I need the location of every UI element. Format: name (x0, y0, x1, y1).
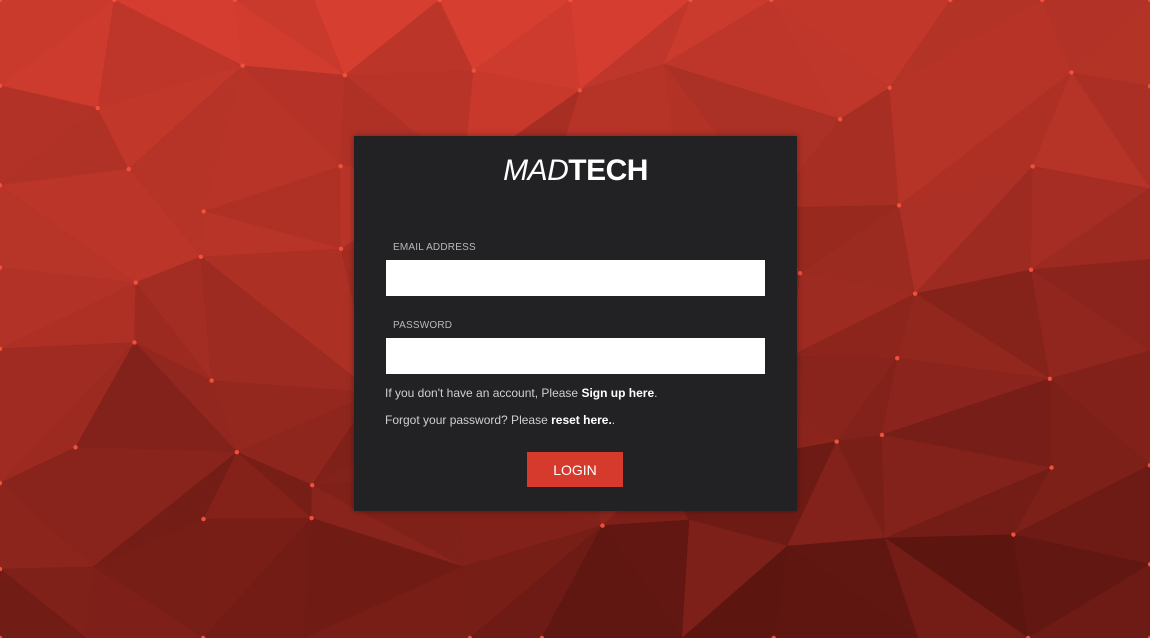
background-dot (895, 355, 900, 361)
background-dot (95, 105, 100, 111)
reset-prefix: Forgot your password? Please (385, 413, 552, 427)
background-dot (201, 516, 206, 522)
background-dot (577, 88, 583, 93)
logo-light-text: MAD (503, 154, 569, 187)
background-dot (1049, 465, 1054, 470)
reset-password-link[interactable]: reset here. (551, 413, 612, 427)
reset-suffix: . (611, 413, 616, 427)
background-dot (133, 280, 138, 285)
logo-bold-text: TECH (568, 154, 648, 187)
background-dot (887, 85, 892, 90)
background-dot (209, 378, 214, 383)
background-dot (600, 523, 605, 528)
email-label: EMAIL ADDRESS (393, 242, 476, 253)
brand-logo: MADTECH (354, 156, 797, 186)
background-dot (309, 515, 314, 521)
background-dot (338, 164, 343, 169)
background-dot (132, 340, 137, 345)
background-dot (338, 246, 344, 252)
background-dot (1028, 267, 1034, 272)
background-dot (201, 209, 206, 214)
signup-prefix: If you don't have an account, Please (385, 386, 582, 400)
background-dot (912, 291, 918, 296)
background-dot (198, 254, 204, 260)
background-dot (834, 439, 839, 444)
login-panel: MADTECH EMAIL ADDRESS PASSWORD If you do… (354, 136, 797, 511)
reset-help-text: Forgot your password? Please reset here.… (385, 413, 615, 427)
email-field[interactable] (386, 260, 765, 296)
background-dot (342, 73, 348, 78)
signup-help-text: If you don't have an account, Please Sig… (385, 386, 657, 400)
background-dot (240, 63, 245, 68)
background-dot (126, 166, 131, 172)
background-dot (1030, 164, 1035, 169)
background-dot (73, 445, 78, 450)
background-dot (471, 68, 476, 73)
background-dot (309, 482, 315, 488)
signup-suffix: . (654, 386, 658, 400)
password-label: PASSWORD (393, 320, 453, 331)
background-dot (1047, 376, 1053, 382)
background-dot (1011, 532, 1016, 537)
background-dot (837, 117, 843, 122)
background-dot (1069, 70, 1074, 75)
background-dot (234, 449, 240, 455)
login-button[interactable]: LOGIN (527, 452, 623, 487)
password-field[interactable] (386, 338, 765, 374)
background-dot (797, 270, 803, 276)
background-dot (896, 203, 902, 208)
signup-link[interactable]: Sign up here (581, 386, 654, 400)
background-dot (879, 432, 885, 438)
